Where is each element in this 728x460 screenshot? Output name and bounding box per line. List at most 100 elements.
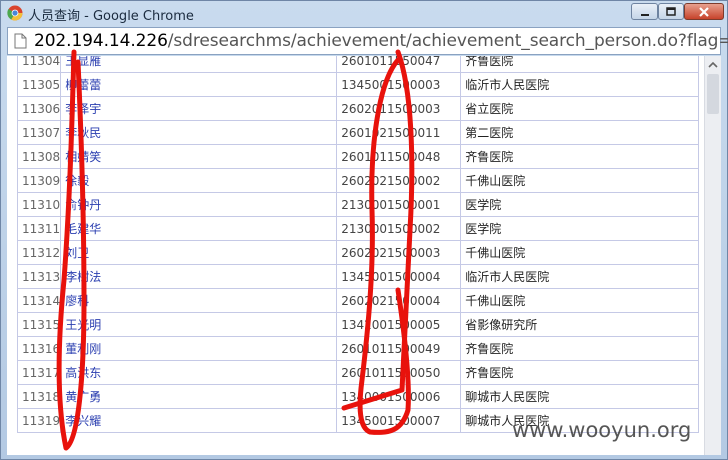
cell-id: 11308 xyxy=(16,144,62,169)
cell-id: 11316 xyxy=(16,336,62,361)
person-name-link[interactable]: 李泽宇 xyxy=(65,102,101,116)
cell-id: 11310 xyxy=(16,192,62,217)
cell-hospital: 省立医院 xyxy=(460,96,700,121)
scroll-up-icon[interactable] xyxy=(706,58,720,72)
person-name-link[interactable]: 徐毅 xyxy=(65,174,89,188)
minimize-button[interactable] xyxy=(631,3,658,20)
cell-code: 2602021500003 xyxy=(336,240,462,265)
cell-code: 2601011550047 xyxy=(336,56,462,73)
url-host: 202.194.14.226 xyxy=(34,31,168,51)
cell-id: 11312 xyxy=(16,240,62,265)
table-row: 11310 俞钟丹 2130001500001 医学院 xyxy=(16,192,700,217)
cell-id: 11311 xyxy=(16,216,62,241)
table-row: 11306 李泽宇 2602011500003 省立医院 xyxy=(16,96,700,121)
cell-code: 1342001500005 xyxy=(336,312,462,337)
page-icon xyxy=(14,33,27,49)
cell-code: 1340001500006 xyxy=(336,384,462,409)
window-title: 人员查询 - Google Chrome xyxy=(28,9,194,24)
cell-name[interactable]: 柳蕾蕾 xyxy=(60,72,338,97)
cell-name[interactable]: 王光明 xyxy=(60,312,338,337)
cell-id: 11317 xyxy=(16,360,62,385)
cell-code: 2130001500002 xyxy=(336,216,462,241)
person-name-link[interactable]: 柳蕾蕾 xyxy=(65,78,101,92)
cell-id: 11318 xyxy=(16,384,62,409)
person-name-link[interactable]: 毛建华 xyxy=(65,222,101,236)
table-row: 11307 李秋民 2601021500011 第二医院 xyxy=(16,120,700,145)
close-button[interactable] xyxy=(684,3,724,20)
person-name-link[interactable]: 相婧笑 xyxy=(65,150,101,164)
url-path: /sdresearchms/achievement/achievement_se… xyxy=(167,31,728,51)
cell-name[interactable]: 李泽宇 xyxy=(60,96,338,121)
cell-name[interactable]: 李兴耀 xyxy=(60,408,338,433)
table-row: 11318 黄广勇 1340001500006 聊城市人民医院 xyxy=(16,384,700,409)
cell-name[interactable]: 黄广勇 xyxy=(60,384,338,409)
scroll-thumb[interactable] xyxy=(707,74,719,114)
chrome-icon xyxy=(7,5,23,21)
maximize-icon xyxy=(666,7,676,16)
cell-code: 2602021500004 xyxy=(336,288,462,313)
table-row: 11313 李树法 1345001500004 临沂市人民医院 xyxy=(16,264,700,289)
table-row: 11309 徐毅 2602021500002 千佛山医院 xyxy=(16,168,700,193)
person-name-link[interactable]: 高洪东 xyxy=(65,366,101,380)
cell-name[interactable]: 李秋民 xyxy=(60,120,338,145)
person-table: 11304 王显雁 2601011550047 齐鲁医院 11305 柳蕾蕾 1345001… xyxy=(16,56,700,433)
cell-name[interactable]: 王显雁 xyxy=(60,56,338,73)
cell-code: 1345001500007 xyxy=(336,408,462,433)
cell-hospital: 齐鲁医院 xyxy=(460,144,700,169)
cell-code: 2601011500048 xyxy=(336,144,462,169)
person-name-link[interactable]: 王光明 xyxy=(65,318,101,332)
person-name-link[interactable]: 廖科 xyxy=(65,294,89,308)
cell-code: 2602011500003 xyxy=(336,96,462,121)
cell-hospital: 医学院 xyxy=(460,216,700,241)
cell-code: 2601011500049 xyxy=(336,336,462,361)
cell-name[interactable]: 刘卫 xyxy=(60,240,338,265)
cell-hospital: 齐鲁医院 xyxy=(460,56,700,73)
cell-hospital: 临沂市人民医院 xyxy=(460,72,700,97)
cell-id: 11313 xyxy=(16,264,62,289)
person-name-link[interactable]: 王显雁 xyxy=(65,56,101,68)
cell-hospital: 千佛山医院 xyxy=(460,240,700,265)
cell-name[interactable]: 廖科 xyxy=(60,288,338,313)
cell-code: 1345001500003 xyxy=(336,72,462,97)
browser-window: 人员查询 - Google Chrome 202.194.14.226/sdre… xyxy=(0,0,728,460)
cell-id: 11319 xyxy=(16,408,62,433)
person-name-link[interactable]: 李兴耀 xyxy=(65,414,101,428)
person-name-link[interactable]: 黄广勇 xyxy=(65,390,101,404)
cell-hospital: 临沂市人民医院 xyxy=(460,264,700,289)
table-row: 11316 董利刚 2601011500049 齐鲁医院 xyxy=(16,336,700,361)
cell-name[interactable]: 俞钟丹 xyxy=(60,192,338,217)
watermark: www.wooyun.org xyxy=(512,418,692,442)
cell-hospital: 医学院 xyxy=(460,192,700,217)
person-name-link[interactable]: 俞钟丹 xyxy=(65,198,101,212)
cell-code: 2602021500002 xyxy=(336,168,462,193)
url-text[interactable]: 202.194.14.226/sdresearchms/achievement/… xyxy=(34,31,728,51)
cell-name[interactable]: 高洪东 xyxy=(60,360,338,385)
table-row: 11304 王显雁 2601011550047 齐鲁医院 xyxy=(16,56,700,73)
person-name-link[interactable]: 李树法 xyxy=(65,270,101,284)
table-row: 11312 刘卫 2602021500003 千佛山医院 xyxy=(16,240,700,265)
cell-code: 1345001500004 xyxy=(336,264,462,289)
maximize-button[interactable] xyxy=(658,3,684,20)
cell-hospital: 千佛山医院 xyxy=(460,168,700,193)
cell-name[interactable]: 相婧笑 xyxy=(60,144,338,169)
page-content: 11304 王显雁 2601011550047 齐鲁医院 11305 柳蕾蕾 1345001… xyxy=(7,56,721,455)
cell-name[interactable]: 毛建华 xyxy=(60,216,338,241)
table-row: 11305 柳蕾蕾 1345001500003 临沂市人民医院 xyxy=(16,72,700,97)
address-bar[interactable]: 202.194.14.226/sdresearchms/achievement/… xyxy=(7,27,728,55)
person-name-link[interactable]: 刘卫 xyxy=(65,246,89,260)
cell-hospital: 齐鲁医院 xyxy=(460,336,700,361)
title-bar[interactable]: 人员查询 - Google Chrome xyxy=(1,1,727,25)
person-name-link[interactable]: 董利刚 xyxy=(65,342,101,356)
cell-id: 11305 xyxy=(16,72,62,97)
cell-code: 2601011500050 xyxy=(336,360,462,385)
vertical-scrollbar[interactable] xyxy=(704,56,721,455)
table-row: 11308 相婧笑 2601011500048 齐鲁医院 xyxy=(16,144,700,169)
cell-name[interactable]: 徐毅 xyxy=(60,168,338,193)
cell-name[interactable]: 董利刚 xyxy=(60,336,338,361)
cell-hospital: 齐鲁医院 xyxy=(460,360,700,385)
cell-id: 11307 xyxy=(16,120,62,145)
cell-code: 2601021500011 xyxy=(336,120,462,145)
cell-name[interactable]: 李树法 xyxy=(60,264,338,289)
table-row: 11317 高洪东 2601011500050 齐鲁医院 xyxy=(16,360,700,385)
person-name-link[interactable]: 李秋民 xyxy=(65,126,101,140)
